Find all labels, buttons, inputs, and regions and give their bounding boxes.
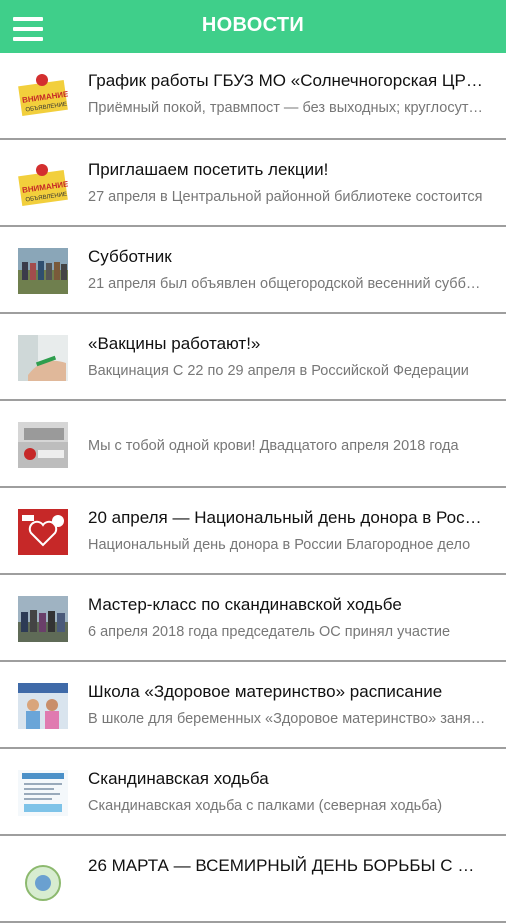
emblem-thumbnail [18,857,68,903]
app-header: НОВОСТИ [0,0,506,53]
news-item[interactable]: ВНИМАНИЕ ОБЪЯВЛЕНИЕ Приглашаем посетить … [0,140,506,227]
news-list: ВНИМАНИЕ ОБЪЯВЛЕНИЕ График работы ГБУЗ М… [0,53,506,923]
news-title: Скандинавская ходьба [88,769,269,788]
news-snippet: Скандинавская ходьба с палками (северная… [88,798,443,814]
announcement-thumbnail: ВНИМАНИЕ ОБЪЯВЛЕНИЕ [18,161,68,207]
donor-day-poster-thumbnail [18,509,68,555]
news-item[interactable]: Мы с тобой одной крови! Двадцатого апрел… [0,401,506,488]
leaflet-thumbnail [18,770,68,816]
news-snippet: Национальный день донора в России Благор… [88,537,471,553]
news-snippet: 27 апреля в Центральной районной библиот… [88,189,483,205]
mothers-photo-thumbnail [18,683,68,729]
news-snippet: Мы с тобой одной крови! Двадцатого апрел… [88,438,459,454]
news-snippet: В школе для беременных «Здоровое материн… [88,711,486,727]
news-snippet: 6 апреля 2018 года председатель ОС приня… [88,624,451,640]
news-title: 20 апреля — Национальный день донора в Р… [88,508,486,527]
announcement-thumbnail: ВНИМАНИЕ ОБЪЯВЛЕНИЕ [18,71,68,117]
news-snippet: Приёмный покой, травмпост — без выходных… [88,100,486,116]
news-item[interactable]: Школа «Здоровое материнство» расписание … [0,662,506,749]
news-title: «Вакцины работают!» [88,334,261,353]
page-title: НОВОСТИ [201,14,305,36]
news-item[interactable]: «Вакцины работают!» Вакцинация С 22 по 2… [0,314,506,401]
news-item[interactable]: Субботник 21 апреля был объявлен общегор… [0,227,506,314]
news-item[interactable]: Мастер-класс по скандинавской ходьбе 6 а… [0,575,506,662]
blood-donation-photo-thumbnail [18,422,68,468]
news-title: Субботник [88,247,172,266]
news-title: График работы ГБУЗ МО «Солнечногорская Ц… [88,71,486,90]
news-item[interactable]: 20 апреля — Национальный день донора в Р… [0,488,506,575]
group-photo-thumbnail [18,596,68,642]
news-item[interactable]: ВНИМАНИЕ ОБЪЯВЛЕНИЕ График работы ГБУЗ М… [0,53,506,140]
vaccination-photo-thumbnail [18,335,68,381]
news-title: Приглашаем посетить лекции! [88,160,329,179]
news-title: Школа «Здоровое материнство» расписание [88,682,443,701]
news-snippet: 21 апреля был объявлен общегородской вес… [88,276,486,292]
news-title: Мастер-класс по скандинавской ходьбе [88,595,402,614]
news-snippet: Вакцинация С 22 по 29 апреля в Российско… [88,363,469,379]
news-item[interactable]: Скандинавская ходьба Скандинавская ходьб… [0,749,506,836]
news-item[interactable]: 26 МАРТА — ВСЕМИРНЫЙ ДЕНЬ БОРЬБЫ С ЭПИЛЕ… [0,836,506,923]
group-photo-thumbnail [18,248,68,294]
news-title: 26 МАРТА — ВСЕМИРНЫЙ ДЕНЬ БОРЬБЫ С ЭПИЛЕ… [88,856,486,875]
